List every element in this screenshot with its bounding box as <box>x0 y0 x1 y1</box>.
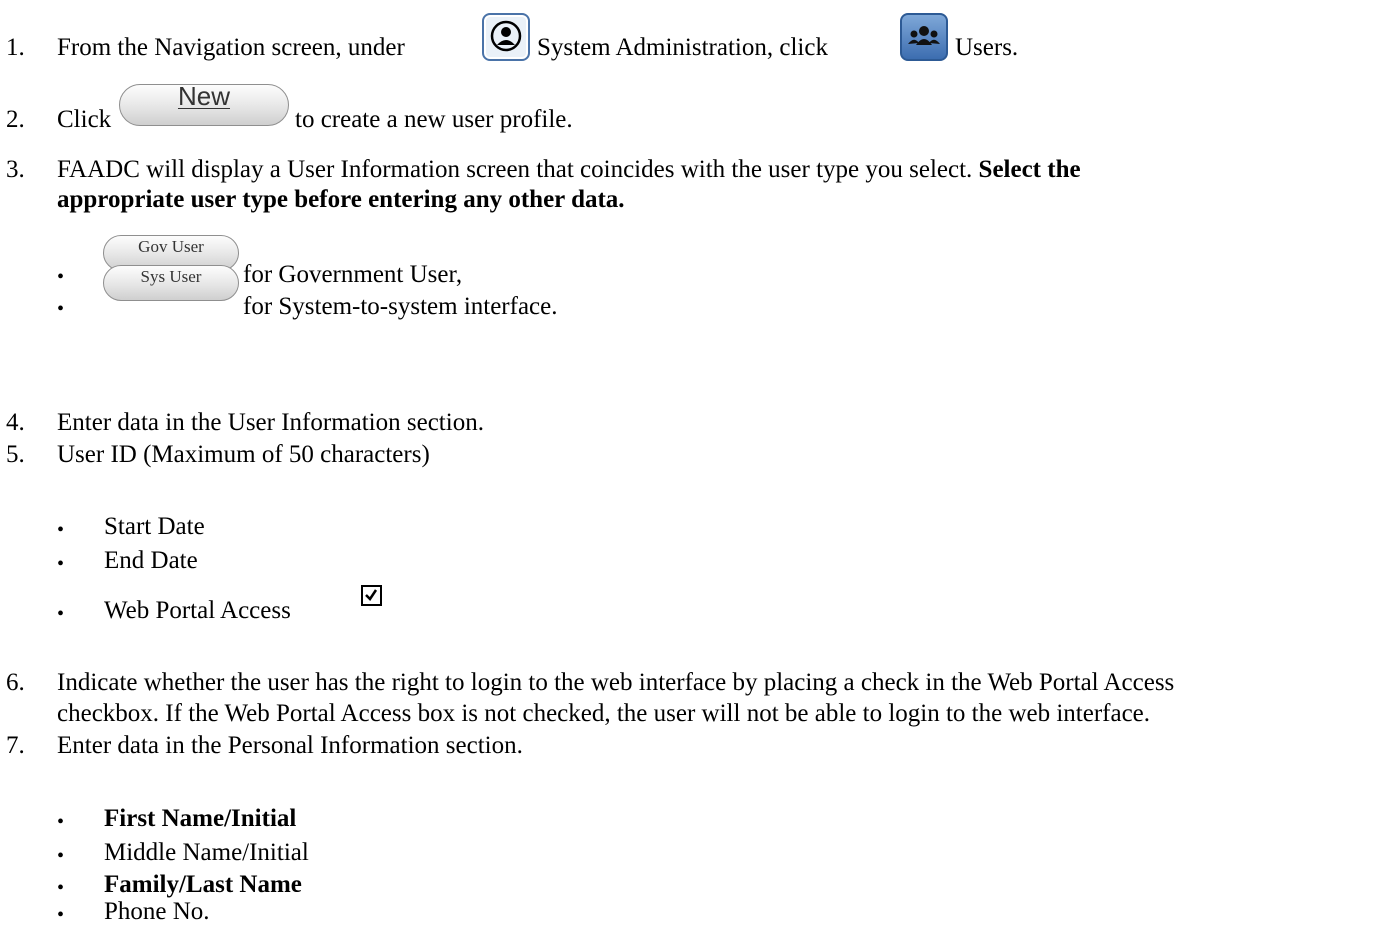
web-portal-access-item: Web Portal Access <box>104 597 291 624</box>
step-3-text: FAADC will display a User Information sc… <box>57 156 973 183</box>
sys-user-description: for System-to-system interface. <box>243 293 558 320</box>
sys-user-button-label: Sys User <box>140 267 202 286</box>
gov-user-description: for Government User, <box>243 261 463 288</box>
step-3-bold-2: appropriate user type before entering an… <box>57 186 625 213</box>
bullet: • <box>57 845 65 867</box>
bullet: • <box>57 553 65 575</box>
step-2-click-text: Click <box>57 106 112 133</box>
family-name-item: Family/Last Name <box>104 871 302 898</box>
new-button[interactable]: New <box>119 81 289 126</box>
start-date-item: Start Date <box>104 513 205 540</box>
system-administration-icon[interactable] <box>482 13 530 61</box>
first-name-item: First Name/Initial <box>104 805 297 832</box>
bullet: • <box>57 519 65 541</box>
step-5-text: User ID (Maximum of 50 characters) <box>57 441 430 468</box>
step-7-text: Enter data in the Personal Information s… <box>57 732 523 759</box>
step-7-number: 7. <box>6 732 25 759</box>
bullet: • <box>57 298 65 320</box>
bullet: • <box>57 266 65 288</box>
step-1-system-admin-label: System Administration, click <box>537 34 828 61</box>
checked-checkbox-icon <box>361 585 382 606</box>
checkmark-icon <box>365 589 378 601</box>
step-6-line-1: Indicate whether the user has the right … <box>57 669 1175 696</box>
step-3-number: 3. <box>6 156 25 183</box>
gov-user-button-label: Gov User <box>138 237 204 256</box>
step-3-bold-1: Select the <box>978 156 1081 183</box>
bullet: • <box>57 603 65 625</box>
bullet: • <box>57 904 65 926</box>
step-5-number: 5. <box>6 441 25 468</box>
sys-user-button[interactable]: Sys User <box>103 265 239 301</box>
step-1-text: From the Navigation screen, under <box>57 34 405 61</box>
user-circle-icon <box>490 20 522 52</box>
users-icon[interactable] <box>900 13 948 61</box>
step-2-text: to create a new user profile. <box>295 106 573 133</box>
step-4-text: Enter data in the User Information secti… <box>57 409 484 436</box>
step-1-number: 1. <box>6 34 25 61</box>
phone-no-item: Phone No. <box>104 898 210 925</box>
bullet: • <box>57 877 65 899</box>
step-6-number: 6. <box>6 669 25 696</box>
middle-name-item: Middle Name/Initial <box>104 839 309 866</box>
new-button-label: New <box>177 81 230 111</box>
bullet: • <box>57 811 65 833</box>
group-icon <box>908 26 940 45</box>
step-1-users-label: Users. <box>955 34 1019 61</box>
step-2-number: 2. <box>6 106 25 133</box>
step-6-line-2: checkbox. If the Web Portal Access box i… <box>57 700 1151 727</box>
step-4-number: 4. <box>6 409 25 436</box>
end-date-item: End Date <box>104 547 198 574</box>
step-3-line-1: FAADC will display a User Information sc… <box>57 155 1081 185</box>
